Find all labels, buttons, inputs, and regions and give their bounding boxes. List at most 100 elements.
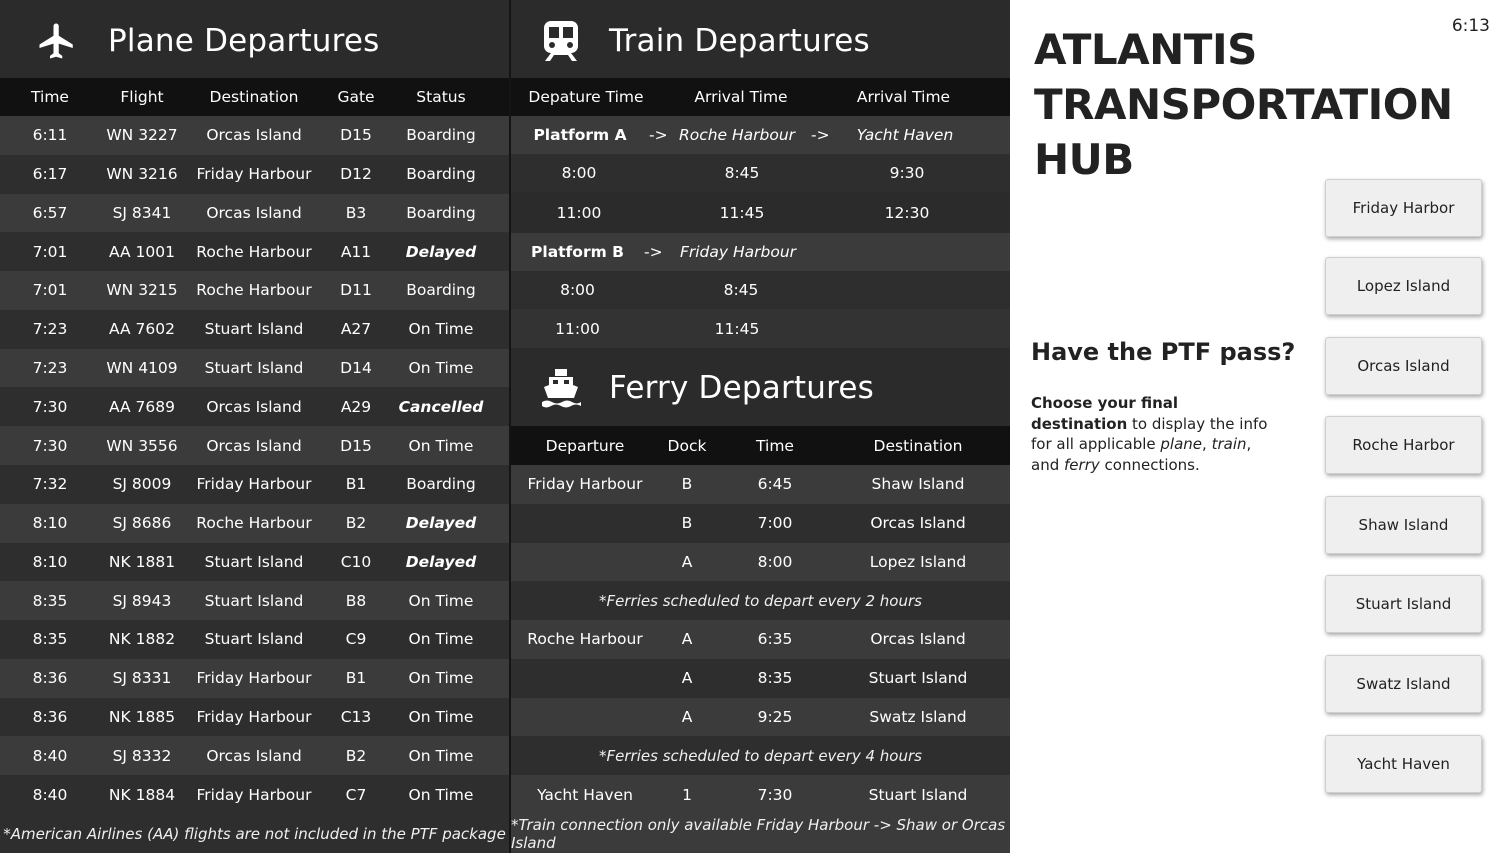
ferry-dock: B (681, 475, 693, 494)
plane-row: 6:57 SJ 8341 Orcas Island B3 Boarding (0, 193, 509, 233)
ferry-train-footnote: *Train connection only available Friday … (511, 814, 1010, 853)
train-arrival-time: 12:30 (884, 203, 930, 222)
destination-button-orcas-island[interactable]: Orcas Island (1325, 337, 1482, 395)
plane-time: 8:40 (32, 746, 68, 765)
train-platform-b-row: Platform B -> Friday Harbour (511, 233, 1010, 271)
ferry-destination: Orcas Island (870, 514, 966, 533)
plane-time: 7:30 (32, 436, 68, 455)
plane-status: On Time (408, 591, 474, 610)
destination-button-swatz-island[interactable]: Swatz Island (1325, 655, 1482, 713)
plane-destination: Friday Harbour (196, 475, 312, 494)
plane-flight: NK 1885 (108, 708, 176, 727)
plane-time: 6:57 (32, 203, 68, 222)
departures-board: Plane Departures Time Flight Destination… (0, 0, 1010, 853)
plane-gate: B2 (345, 514, 367, 533)
hub-title-line: ATLANTIS (1034, 25, 1257, 74)
platform-a-stop-2: Yacht Haven (856, 126, 954, 144)
destination-button-lopez-island[interactable]: Lopez Island (1325, 257, 1482, 315)
ferry-time: 7:00 (757, 514, 793, 533)
plane-gate: D12 (340, 165, 372, 184)
destination-button-yacht-haven[interactable]: Yacht Haven (1325, 735, 1482, 793)
plane-row: 8:10 NK 1881 Stuart Island C10 Delayed (0, 542, 509, 582)
plane-row: 8:40 NK 1884 Friday Harbour C7 On Time (0, 775, 509, 814)
plane-time: 8:36 (32, 669, 68, 688)
plane-destination: Orcas Island (206, 436, 302, 455)
destination-button-stuart-island[interactable]: Stuart Island (1325, 575, 1482, 633)
plane-col-flight: Flight (120, 88, 164, 106)
ferry-departure: Yacht Haven (537, 785, 633, 804)
ferry-time: 9:25 (757, 708, 793, 727)
plane-status: On Time (408, 320, 474, 339)
train-platform-a-row: Platform A -> Roche Harbour -> Yacht Hav… (511, 116, 1010, 154)
plane-status: Boarding (406, 165, 476, 184)
hub-title: ATLANTIS TRANSPORTATION HUB (1034, 22, 1453, 187)
train-header-row: Depature Time Arrival Time Arrival Time (511, 78, 1010, 116)
ferry-destination: Stuart Island (868, 669, 968, 688)
plane-table-body: 6:11 WN 3227 Orcas Island D15 Boarding 6:17 WN… (0, 116, 509, 814)
plane-destination: Friday Harbour (196, 669, 312, 688)
destination-button-shaw-island[interactable]: Shaw Island (1325, 496, 1482, 554)
arrow: -> (649, 126, 668, 144)
plane-time: 7:23 (32, 359, 68, 378)
ferry-time: 8:00 (757, 552, 793, 571)
plane-status: On Time (408, 785, 474, 804)
train-col-arrival-2: Arrival Time (856, 88, 951, 106)
plane-gate: B1 (345, 669, 367, 688)
ferry-time: 6:35 (757, 630, 793, 649)
plane-col-time: Time (31, 88, 69, 106)
ferry-panel: Ferry Departures Departure Dock Time Des… (511, 348, 1010, 853)
ferry-icon (542, 369, 581, 408)
platform-b-label: Platform B (531, 243, 624, 261)
plane-col-gate: Gate (337, 88, 375, 106)
ferry-dock: A (681, 630, 693, 649)
plane-footnote: *American Airlines (AA) flights are not … (0, 814, 509, 853)
train-arrival-time: 11:45 (719, 203, 765, 222)
ferry-table-body: Friday Harbour B 6:45 Shaw Island B 7:00 Orcas… (511, 465, 1010, 814)
plane-title: Plane Departures (36, 20, 380, 62)
plane-time: 8:10 (32, 514, 68, 533)
ferry-dock: A (681, 708, 693, 727)
ferry-col-destination: Destination (873, 436, 963, 455)
plane-time: 8:35 (32, 591, 68, 610)
train-title: Train Departures (541, 20, 870, 62)
plane-flight: AA 7602 (108, 320, 175, 339)
ferry-header-row: Departure Dock Time Destination (511, 426, 1010, 465)
plane-time: 8:36 (32, 708, 68, 727)
plane-row: 7:01 AA 1001 Roche Harbour A11 Delayed (0, 232, 509, 272)
train-panel: Train Departures Depature Time Arrival T… (511, 0, 1010, 348)
ferry-dock: A (681, 669, 693, 688)
plane-destination: Orcas Island (206, 746, 302, 765)
plane-time: 7:32 (32, 475, 68, 494)
destination-button-friday-harbor[interactable]: Friday Harbor (1325, 179, 1482, 237)
ferry-dock: B (681, 514, 693, 533)
plane-destination: Orcas Island (206, 397, 302, 416)
pass-train: train (1211, 435, 1247, 453)
plane-destination: Roche Harbour (196, 281, 312, 300)
train-depart-time: 11:00 (556, 203, 602, 222)
platform-a-label: Platform A (533, 126, 627, 144)
plane-time: 6:17 (32, 165, 68, 184)
plane-row: 6:17 WN 3216 Friday Harbour D12 Boarding (0, 154, 509, 194)
ferry-col-departure: Departure (545, 436, 625, 455)
destination-button-roche-harbor[interactable]: Roche Harbor (1325, 416, 1482, 474)
ferry-destination: Orcas Island (870, 630, 966, 649)
train-depart-time: 11:00 (555, 319, 600, 338)
plane-destination: Friday Harbour (196, 708, 312, 727)
plane-status: Boarding (406, 475, 476, 494)
panel-divider (509, 0, 511, 853)
plane-time: 8:10 (32, 552, 68, 571)
clock: 6:13 (1451, 16, 1490, 36)
plane-destination: Roche Harbour (196, 514, 312, 533)
plane-gate: C13 (340, 708, 372, 727)
plane-flight: WN 3227 (106, 126, 178, 145)
ferry-destination: Lopez Island (869, 552, 967, 571)
plane-destination: Stuart Island (204, 591, 304, 610)
plane-time: 7:01 (32, 242, 68, 261)
plane-flight: SJ 8332 (112, 746, 172, 765)
plane-destination: Friday Harbour (196, 165, 312, 184)
pass-ferry: ferry (1064, 455, 1100, 474)
plane-status: Delayed (405, 552, 477, 571)
plane-panel: Plane Departures Time Flight Destination… (0, 0, 509, 853)
plane-flight: WN 3216 (106, 165, 178, 184)
plane-gate: C9 (345, 630, 367, 649)
